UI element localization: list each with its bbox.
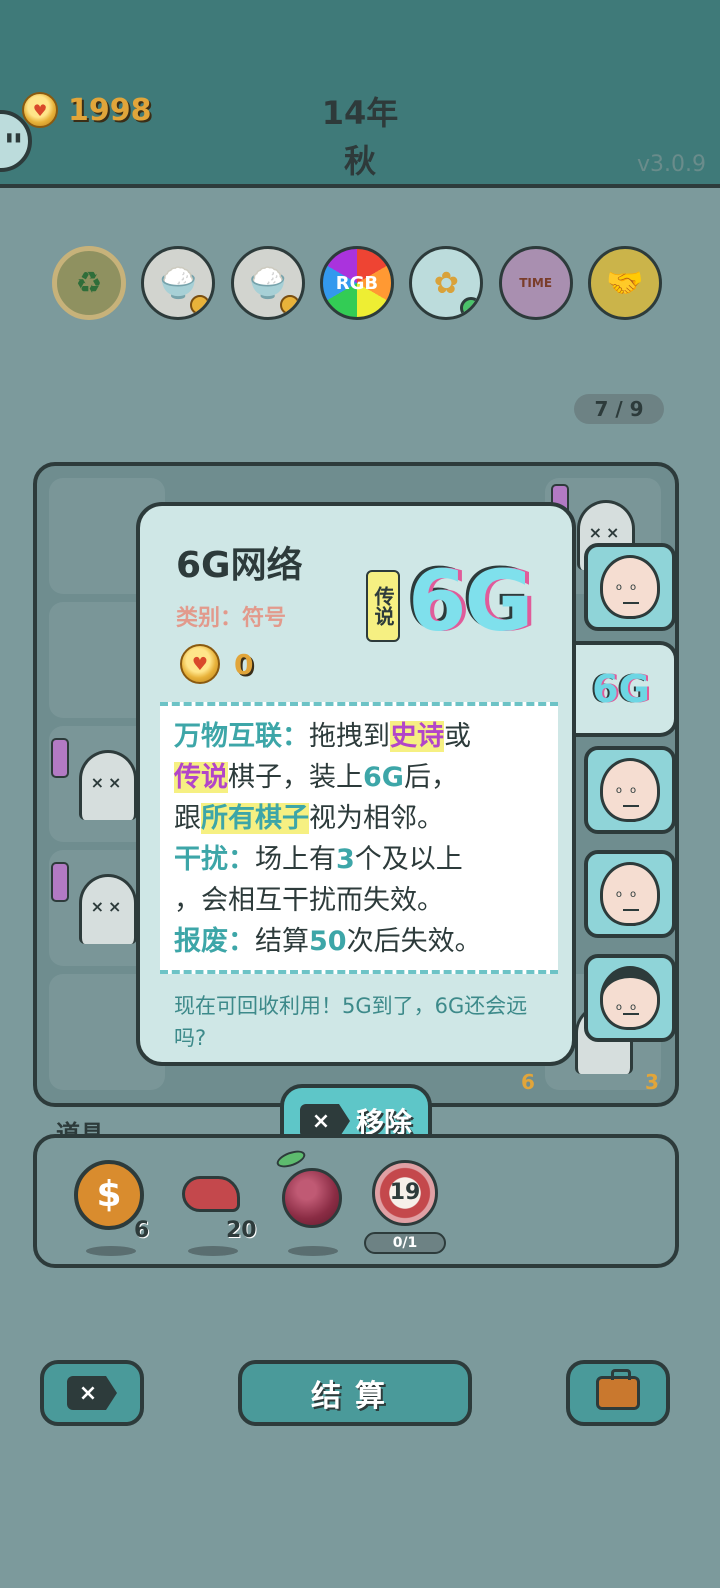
- close-icon: ×: [299, 1104, 350, 1138]
- item-shadow: [86, 1246, 136, 1256]
- flower-pot-icon[interactable]: ✿: [409, 246, 484, 320]
- card-description: 万物互联：拖拽到史诗或 传说棋子，装上6G后， 跟所有棋子视为相邻。 干扰：场上…: [160, 702, 558, 974]
- rice-bowl-icon[interactable]: 🍚: [230, 246, 305, 320]
- liver-icon: [182, 1176, 240, 1212]
- year-label: 14年: [321, 94, 399, 132]
- 6g-logo-icon: 6G: [408, 552, 533, 650]
- epic-tag: [51, 862, 69, 902]
- settle-label: 结算: [311, 1379, 399, 1414]
- rarity-badge: 传说: [366, 570, 400, 642]
- card-title: 6G网络: [176, 545, 303, 586]
- old-man-glasses-icon: oo: [600, 862, 660, 926]
- handshake-icon[interactable]: 🤝: [587, 246, 662, 320]
- desc-text: ，会相互干扰而失效。: [174, 885, 444, 916]
- desc-text: 次后失效。: [346, 926, 482, 957]
- cancel-button[interactable]: ×: [40, 1360, 144, 1426]
- coin-icon: ♥: [180, 644, 220, 684]
- inventory-button[interactable]: [566, 1360, 670, 1426]
- item-target[interactable]: 19: [372, 1160, 452, 1240]
- desc-number: 3: [336, 844, 355, 875]
- rice-bowl-glyph: 🍚: [248, 265, 287, 301]
- item-bayberry[interactable]: [274, 1147, 356, 1256]
- close-icon: ×: [67, 1376, 117, 1410]
- rice-bowl-glyph: 🍚: [159, 265, 197, 301]
- desc-text: 棋子，装上: [228, 762, 363, 793]
- epic-tag: [51, 738, 69, 778]
- ghost-icon: ××: [79, 750, 137, 820]
- briefcase-icon: [596, 1369, 640, 1410]
- desc-text: 个及以上: [354, 844, 463, 875]
- desc-number: 6G: [363, 762, 404, 793]
- slot-counter: 7 / 9: [574, 394, 664, 424]
- settle-button[interactable]: 结算: [238, 1360, 472, 1426]
- card-cost-value: 0: [234, 647, 254, 681]
- character-portrait[interactable]: oo: [584, 543, 676, 631]
- version-label: v3.0.9: [637, 152, 706, 177]
- season-label: 秋: [343, 142, 376, 180]
- desc-key: 万物互联：: [174, 721, 309, 752]
- cell-number: 6: [521, 1070, 535, 1094]
- bald-man-icon: oo: [600, 758, 660, 822]
- item-shadow: [288, 1246, 338, 1256]
- desc-text: 后，: [403, 762, 458, 793]
- character-portrait[interactable]: oo: [584, 850, 676, 938]
- card-category: 类别：符号: [176, 606, 287, 631]
- desc-text: 视为相邻。: [309, 803, 444, 834]
- target-icon: 19: [372, 1160, 438, 1226]
- relic-row: ♻ 🍚 🍚 RGB ✿ TIME 🤝: [52, 246, 662, 320]
- desc-key: 报废：: [174, 926, 255, 957]
- desc-number: 50: [309, 926, 347, 957]
- cell-number: 3: [645, 1070, 659, 1094]
- character-portrait[interactable]: oo: [584, 746, 676, 834]
- flower-glyph: ✿: [433, 265, 459, 301]
- dollar-count: 6: [134, 1218, 150, 1243]
- dark-hair-man-icon: oo: [600, 966, 660, 1030]
- desc-highlight: 史诗: [390, 721, 444, 752]
- desc-text: 拖拽到: [309, 721, 390, 752]
- tab-6g[interactable]: 6G: [568, 641, 678, 737]
- bayberry-icon: [282, 1168, 342, 1228]
- top-bar: ♥ 1998 14年 秋 v3.0.9: [0, 0, 720, 188]
- flavor-text: 现在可回收利用！5G到了，6G还会远吗?: [174, 994, 528, 1050]
- ghost-icon: ××: [79, 874, 137, 944]
- desc-text: 或: [444, 721, 471, 752]
- target-progress: 0/1: [364, 1232, 446, 1254]
- desc-highlight: 传说: [174, 762, 228, 793]
- rgb-icon[interactable]: RGB: [319, 246, 394, 320]
- heart-badge-icon: [279, 295, 300, 315]
- desc-key: 干扰：: [174, 844, 255, 875]
- card-cost: ♥ 0: [180, 644, 253, 684]
- glasses-man-icon: oo: [600, 555, 660, 619]
- time-magazine-icon[interactable]: TIME: [498, 246, 573, 320]
- desc-text: 结算: [255, 926, 309, 957]
- heart-badge-icon: [190, 295, 211, 315]
- recycle-icon[interactable]: ♻: [52, 246, 126, 320]
- rice-bowl-icon[interactable]: 🍚: [141, 246, 216, 320]
- desc-text: 场上有: [255, 844, 336, 875]
- liver-count: 20: [226, 1218, 257, 1243]
- desc-text: 跟: [174, 803, 201, 834]
- desc-highlight: 所有棋子: [201, 803, 309, 834]
- item-shadow: [188, 1246, 238, 1256]
- new-dot-icon: [460, 297, 481, 317]
- character-portrait[interactable]: oo: [584, 954, 676, 1042]
- item-detail-card: 6G网络 类别：符号 ♥ 0 传说 6G 万物互联：拖拽到史诗或 传说棋子，装上…: [136, 502, 576, 1066]
